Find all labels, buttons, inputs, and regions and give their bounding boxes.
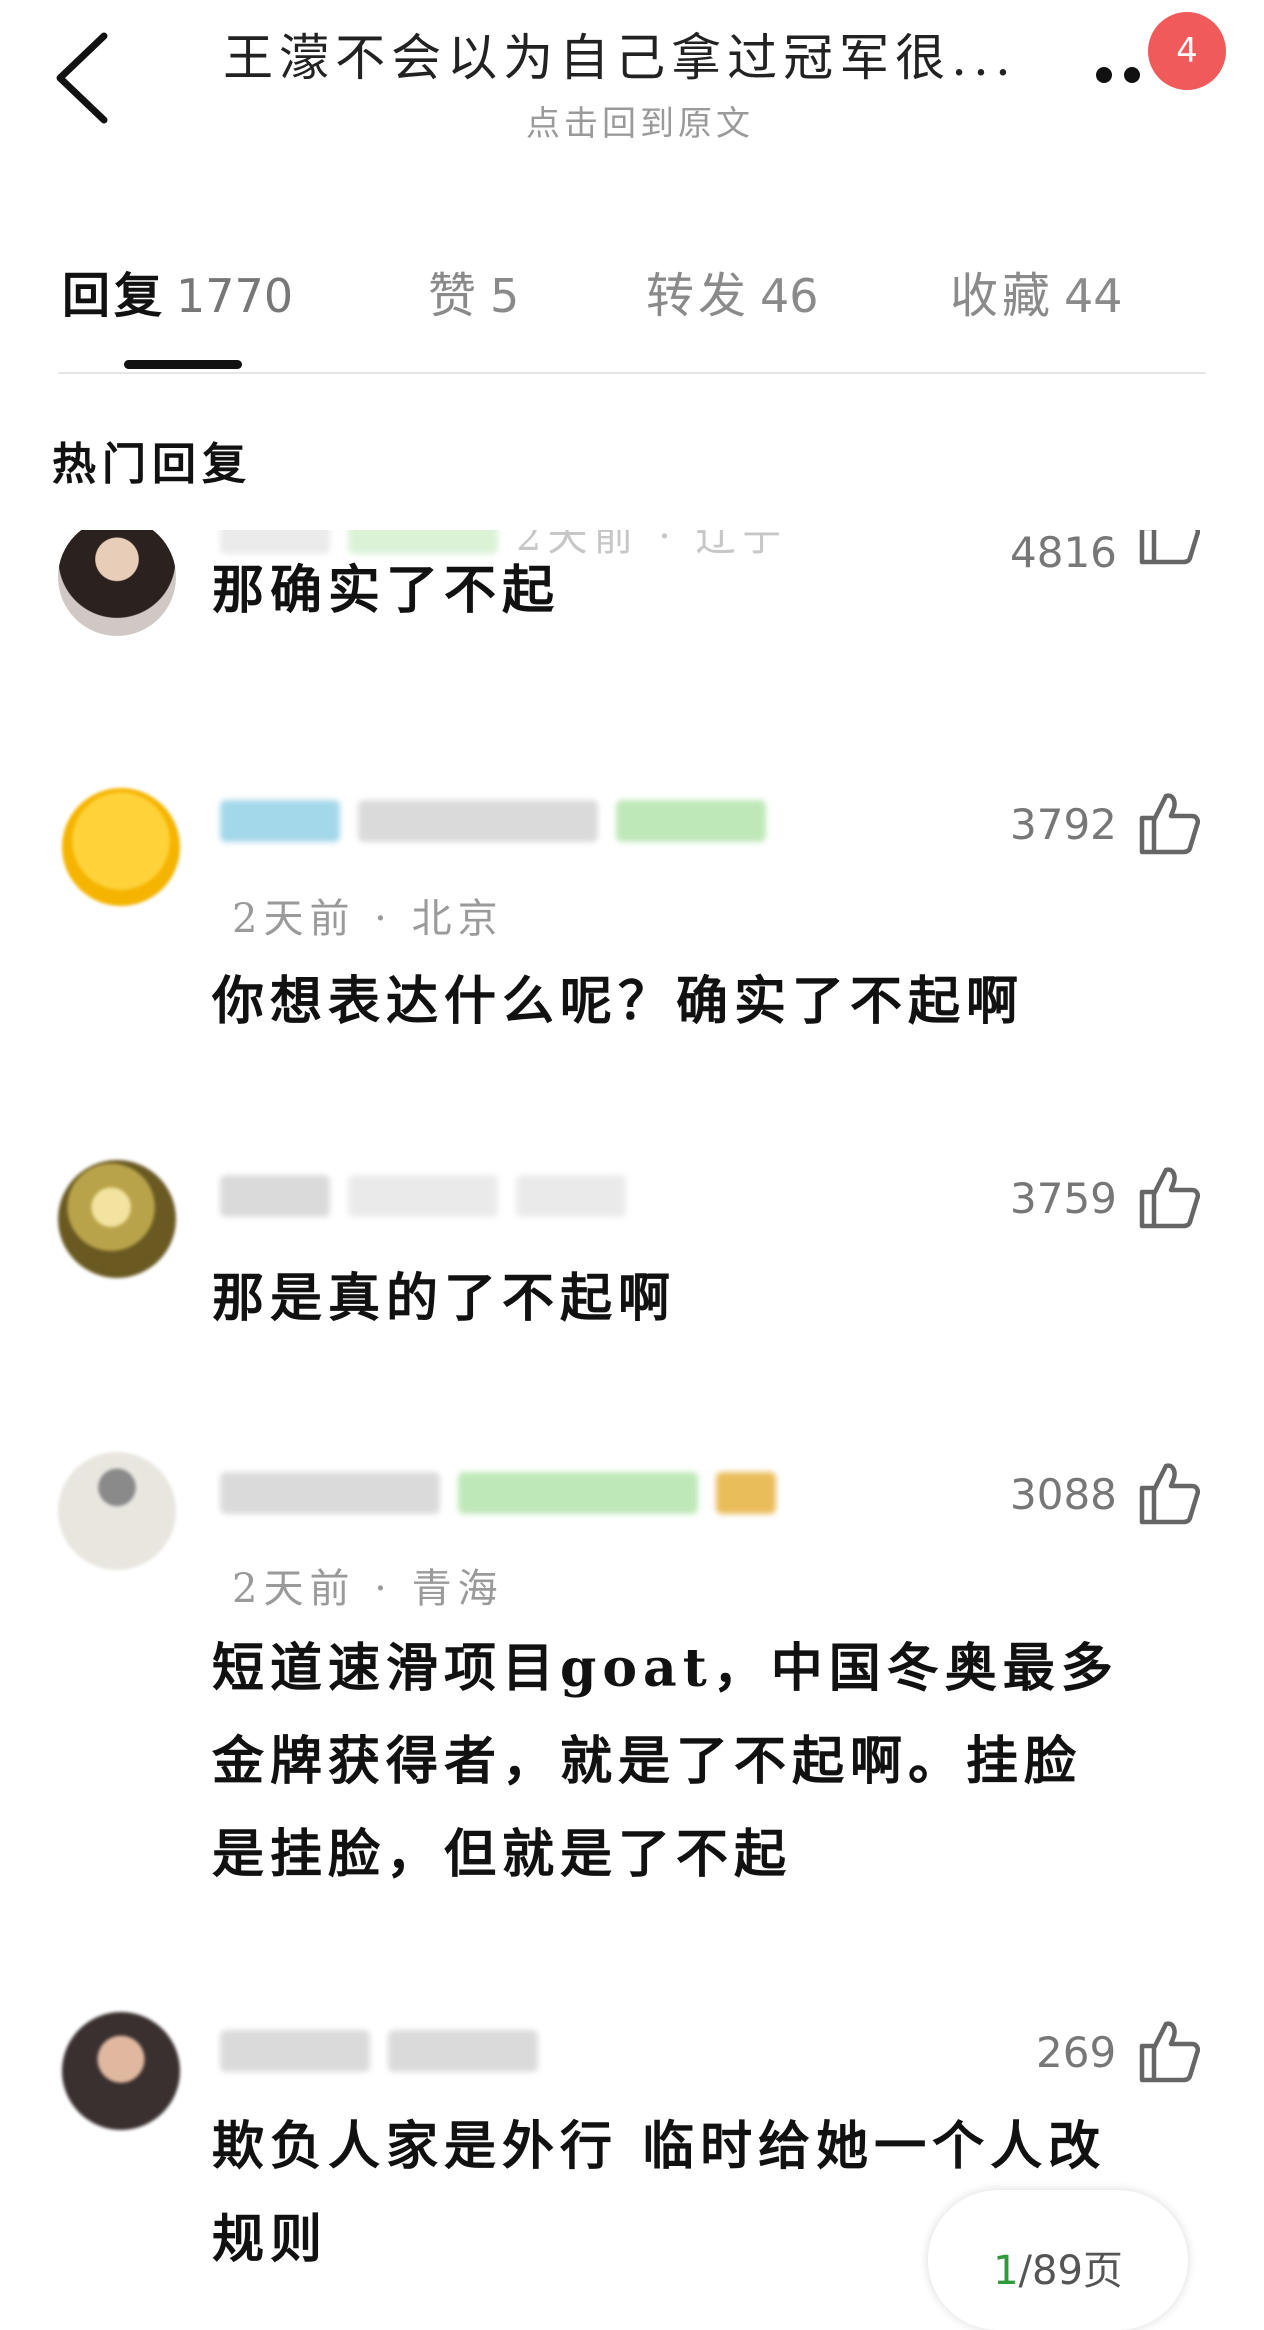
- comment-text-line: 金牌获得者，就是了不起啊。挂脸: [212, 1731, 1083, 1792]
- username[interactable]: [220, 1175, 330, 1217]
- section-heading: 热门回复: [52, 439, 252, 490]
- time-location: 2天前 · 北京: [232, 896, 504, 942]
- like-count: 3088: [1010, 1470, 1117, 1519]
- tab-divider: [58, 372, 1206, 374]
- time-location: 2天前 · 青海: [232, 1566, 504, 1612]
- tab-label: 赞: [428, 268, 481, 324]
- thumbs-up-icon[interactable]: [1136, 1460, 1200, 1526]
- comment-meta: [220, 800, 766, 842]
- active-tab-indicator: [124, 360, 242, 369]
- post-title[interactable]: 王濛不会以为自己拿过冠军很...: [180, 18, 1060, 90]
- tab-reposts[interactable]: 转发 46: [646, 256, 819, 326]
- thumbs-up-icon[interactable]: [1136, 790, 1200, 856]
- thumbs-up-icon[interactable]: [1136, 530, 1200, 566]
- comment-item: 2天前 · 辽宁 4816 那确实了不起: [0, 530, 1264, 660]
- total-pages: /89页: [1018, 2248, 1123, 2294]
- comment-text-line: 是挂脸，但就是了不起: [212, 1824, 793, 1885]
- tab-label: 转发: [646, 268, 751, 324]
- tab-favorites[interactable]: 收藏 44: [950, 256, 1123, 326]
- username-suffix: [388, 2030, 538, 2072]
- like-count: 4816: [1010, 530, 1117, 577]
- tab-count: 44: [1064, 269, 1123, 323]
- comment-meta: [220, 1175, 626, 1217]
- page-indicator[interactable]: 1/89页: [928, 2190, 1188, 2330]
- comment-meta: [220, 1472, 776, 1514]
- comment-text: 那是真的了不起啊: [212, 1268, 677, 1329]
- current-page: 1: [993, 2248, 1019, 2294]
- user-tag: [616, 800, 766, 842]
- like-count: 3792: [1010, 800, 1117, 849]
- tab-count: 5: [490, 269, 520, 323]
- avatar[interactable]: [62, 2012, 180, 2130]
- avatar[interactable]: [58, 1452, 176, 1570]
- location-blurred: [516, 1175, 626, 1217]
- time-location-blurred: [348, 1175, 498, 1217]
- tab-label: 回复: [62, 268, 167, 324]
- username[interactable]: [220, 1472, 440, 1514]
- notification-badge: 4: [1148, 12, 1226, 90]
- comment-meta: [220, 2030, 538, 2072]
- comment-text-line: 短道速滑项目goat，中国冬奥最多: [212, 1638, 1119, 1699]
- avatar[interactable]: [58, 530, 176, 636]
- avatar[interactable]: [58, 1160, 176, 1278]
- like-count: 269: [1036, 2028, 1117, 2077]
- tab-likes[interactable]: 赞5: [428, 256, 519, 326]
- tab-count: 46: [760, 269, 819, 323]
- comment-text: 短道速滑项目goat，中国冬奥最多 金牌获得者，就是了不起啊。挂脸 是挂脸，但就…: [212, 1622, 1119, 1901]
- like-count: 3759: [1010, 1174, 1117, 1223]
- back-icon[interactable]: [42, 28, 122, 128]
- username-suffix: [358, 800, 598, 842]
- avatar[interactable]: [62, 788, 180, 906]
- tab-count: 1770: [176, 269, 294, 323]
- tab-replies[interactable]: 回复 1770: [62, 256, 293, 326]
- thumbs-up-icon[interactable]: [1136, 1164, 1200, 1230]
- thumbs-up-icon[interactable]: [1136, 2018, 1200, 2084]
- comment-text: 那确实了不起: [212, 560, 561, 621]
- user-tag: [458, 1472, 698, 1514]
- medal-icon: [716, 1472, 776, 1514]
- comment-text: 你想表达什么呢？确实了不起啊: [212, 971, 1025, 1032]
- tab-label: 收藏: [950, 268, 1055, 324]
- back-to-original-link[interactable]: 点击回到原文: [400, 96, 880, 145]
- username[interactable]: [220, 800, 340, 842]
- username[interactable]: [220, 2030, 370, 2072]
- comment-text-line: 欺负人家是外行 临时给她一个人改: [212, 2116, 1107, 2177]
